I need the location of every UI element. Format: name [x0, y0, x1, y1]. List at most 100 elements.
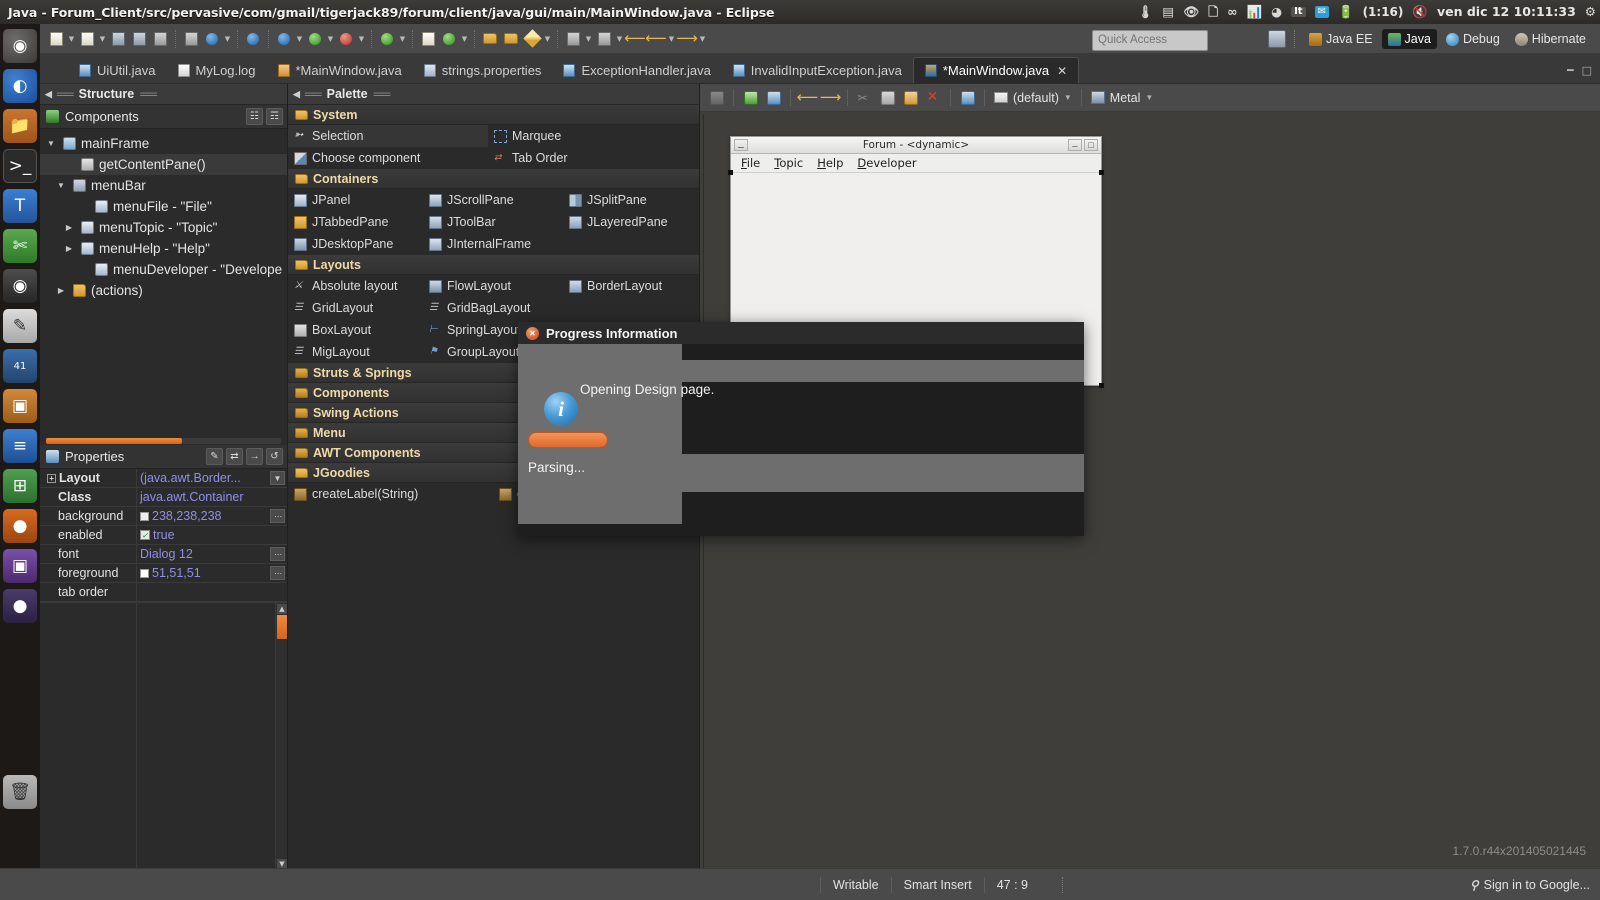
- editor-tab-uiutil[interactable]: UiUtil.java: [68, 57, 167, 83]
- system-monitor-icon[interactable]: ▤: [1162, 5, 1174, 19]
- launcher-drawing-app[interactable]: ✎: [3, 309, 37, 343]
- power-gear-icon[interactable]: ⚙: [1585, 5, 1596, 19]
- ellipsis-button[interactable]: ⋯: [270, 566, 285, 580]
- thermometer-icon[interactable]: 🌡: [1138, 5, 1154, 19]
- test-icon[interactable]: [740, 87, 761, 108]
- palette-item-boxlayout[interactable]: BoxLayout: [288, 319, 423, 341]
- ellipsis-button[interactable]: ⋯: [270, 509, 285, 523]
- previous-annotation-dropdown-icon[interactable]: ▼: [615, 35, 624, 43]
- run-external-dropdown-icon[interactable]: ▼: [357, 35, 366, 43]
- palette-item-selection[interactable]: ➳ Selection: [288, 125, 488, 147]
- restore-default-icon[interactable]: ↺: [266, 448, 283, 465]
- properties-vertical-scrollbar[interactable]: ▲ ▼: [275, 603, 287, 870]
- keyboard-layout-indicator[interactable]: It: [1291, 7, 1306, 17]
- launcher-trash[interactable]: 🗑: [3, 775, 37, 809]
- preview-system-menu-icon[interactable]: ⚊: [734, 139, 748, 151]
- launcher-ubuntu-dash[interactable]: ◉: [3, 29, 37, 63]
- chevron-down-icon[interactable]: ▼: [270, 471, 285, 485]
- editor-tab-invalidinputexception[interactable]: InvalidInputException.java: [722, 57, 913, 83]
- launcher-impress[interactable]: ●: [3, 509, 37, 543]
- property-value[interactable]: 238,238,238 ⋯: [137, 507, 287, 525]
- twisty-icon[interactable]: ▼: [54, 181, 68, 190]
- palette-item-jinternalframe[interactable]: JInternalFrame: [423, 233, 563, 255]
- show-advanced-icon[interactable]: ⇄: [226, 448, 243, 465]
- launcher-spreadsheet[interactable]: ⊞: [3, 469, 37, 503]
- look-and-feel-combo[interactable]: Metal ▼: [1088, 91, 1157, 105]
- perspective-debug[interactable]: Debug: [1440, 29, 1506, 49]
- profile-icon[interactable]: [377, 29, 397, 49]
- launcher-firefox[interactable]: ◐: [3, 69, 37, 103]
- expand-all-icon[interactable]: ☷: [246, 108, 263, 125]
- preview-menu-developer[interactable]: Developer: [852, 155, 921, 171]
- next-annotation-dropdown-icon[interactable]: ▼: [584, 35, 593, 43]
- tree-row-mainframe[interactable]: ▼ mainFrame: [40, 133, 287, 154]
- launcher-files[interactable]: 📁: [3, 109, 37, 143]
- launcher-eclipse[interactable]: ●: [3, 589, 37, 623]
- tree-row-menubar[interactable]: ▼ menuBar: [40, 175, 287, 196]
- scrollbar-thumb[interactable]: [277, 615, 287, 639]
- launcher-scissors-app[interactable]: ✄: [3, 229, 37, 263]
- property-value[interactable]: ✓ true: [137, 526, 287, 544]
- tree-row-menufile[interactable]: menuFile - "File": [40, 196, 287, 217]
- debug-icon[interactable]: [202, 29, 222, 49]
- palette-item-jlayeredpane[interactable]: JLayeredPane: [563, 211, 698, 233]
- scrollbar-track[interactable]: [46, 438, 281, 444]
- forward-icon[interactable]: ⟶: [676, 29, 698, 49]
- collapse-icon[interactable]: ◀: [40, 89, 57, 100]
- property-value[interactable]: [137, 583, 287, 601]
- run-dropdown-icon[interactable]: ▼: [326, 35, 335, 43]
- launcher-3d-modeler[interactable]: ▣: [3, 389, 37, 423]
- debug-dropdown-icon[interactable]: ▼: [223, 35, 232, 43]
- minimize-icon[interactable]: ━: [1567, 64, 1574, 77]
- editor-tab-strings-properties[interactable]: strings.properties: [413, 57, 553, 83]
- property-row-foreground[interactable]: foreground 51,51,51 ⋯: [40, 564, 287, 583]
- tree-row-getcontentpane[interactable]: getContentPane(): [40, 154, 287, 175]
- previous-annotation-icon[interactable]: [594, 29, 614, 49]
- launcher-camera[interactable]: ◉: [3, 269, 37, 303]
- perspective-java[interactable]: Java: [1381, 29, 1437, 49]
- scrollbar-thumb[interactable]: [46, 438, 183, 444]
- preview-minimize-icon[interactable]: ⚊: [1068, 139, 1082, 151]
- wifi-icon[interactable]: ◕: [1271, 5, 1282, 19]
- hibernate-console-icon[interactable]: [439, 29, 459, 49]
- palette-item-jtoolbar[interactable]: JToolBar: [423, 211, 563, 233]
- next-annotation-icon[interactable]: [563, 29, 583, 49]
- new-hibernate-config-icon[interactable]: [418, 29, 438, 49]
- undo-icon[interactable]: ⟵: [797, 87, 819, 108]
- tree-row-menutopic[interactable]: ▶ menuTopic - "Topic": [40, 217, 287, 238]
- battery-icon[interactable]: 🔋: [1338, 5, 1354, 19]
- forward-dropdown-icon[interactable]: ▼: [698, 35, 707, 43]
- editor-tab-mainwindow-design[interactable]: *MainWindow.java ✕: [912, 57, 1080, 83]
- new-wizard-dropdown-icon[interactable]: ▼: [67, 35, 76, 43]
- twisty-icon[interactable]: ▶: [62, 244, 76, 253]
- run-icon[interactable]: [305, 29, 325, 49]
- notes-icon[interactable]: 🗋: [1208, 5, 1218, 19]
- palette-item-absolute-layout[interactable]: ⚔ Absolute layout: [288, 275, 423, 297]
- copy-icon[interactable]: [877, 87, 898, 108]
- editor-tab-mylog[interactable]: MyLog.log: [167, 57, 267, 83]
- launcher-writer[interactable]: ≡: [3, 429, 37, 463]
- preview-menu-topic[interactable]: Topic: [769, 155, 808, 171]
- palette-item-jsplitpane[interactable]: JSplitPane: [563, 189, 698, 211]
- dropbox-icon[interactable]: 📊: [1247, 5, 1263, 19]
- tree-row-actions[interactable]: ▶ (actions): [40, 280, 287, 301]
- open-source-icon[interactable]: [763, 87, 784, 108]
- collapse-all-icon[interactable]: ☶: [266, 108, 283, 125]
- edit-dropdown-icon[interactable]: ▼: [543, 35, 552, 43]
- chevron-down-icon[interactable]: ▼: [1145, 93, 1153, 102]
- chevron-down-icon[interactable]: ▼: [1064, 93, 1072, 102]
- property-row-background[interactable]: background 238,238,238 ⋯: [40, 507, 287, 526]
- launcher-text-editor[interactable]: T: [3, 189, 37, 223]
- tree-row-menuhelp[interactable]: ▶ menuHelp - "Help": [40, 238, 287, 259]
- palette-item-miglayout[interactable]: ☰ MigLayout: [288, 341, 423, 363]
- debug-run-icon[interactable]: [274, 29, 294, 49]
- skip-breakpoints-icon[interactable]: [243, 29, 263, 49]
- edit-icon[interactable]: [522, 29, 542, 49]
- perspective-java-ee[interactable]: Java EE: [1303, 29, 1379, 49]
- palette-category-layouts[interactable]: Layouts: [288, 255, 699, 275]
- progress-dialog[interactable]: ✕ Progress Information i Opening Design …: [518, 322, 1084, 536]
- property-row-tab-order[interactable]: tab order: [40, 583, 287, 602]
- open-task-icon[interactable]: [501, 29, 521, 49]
- scroll-up-icon[interactable]: ▲: [277, 604, 287, 614]
- back-history-icon[interactable]: ⟵: [645, 29, 667, 49]
